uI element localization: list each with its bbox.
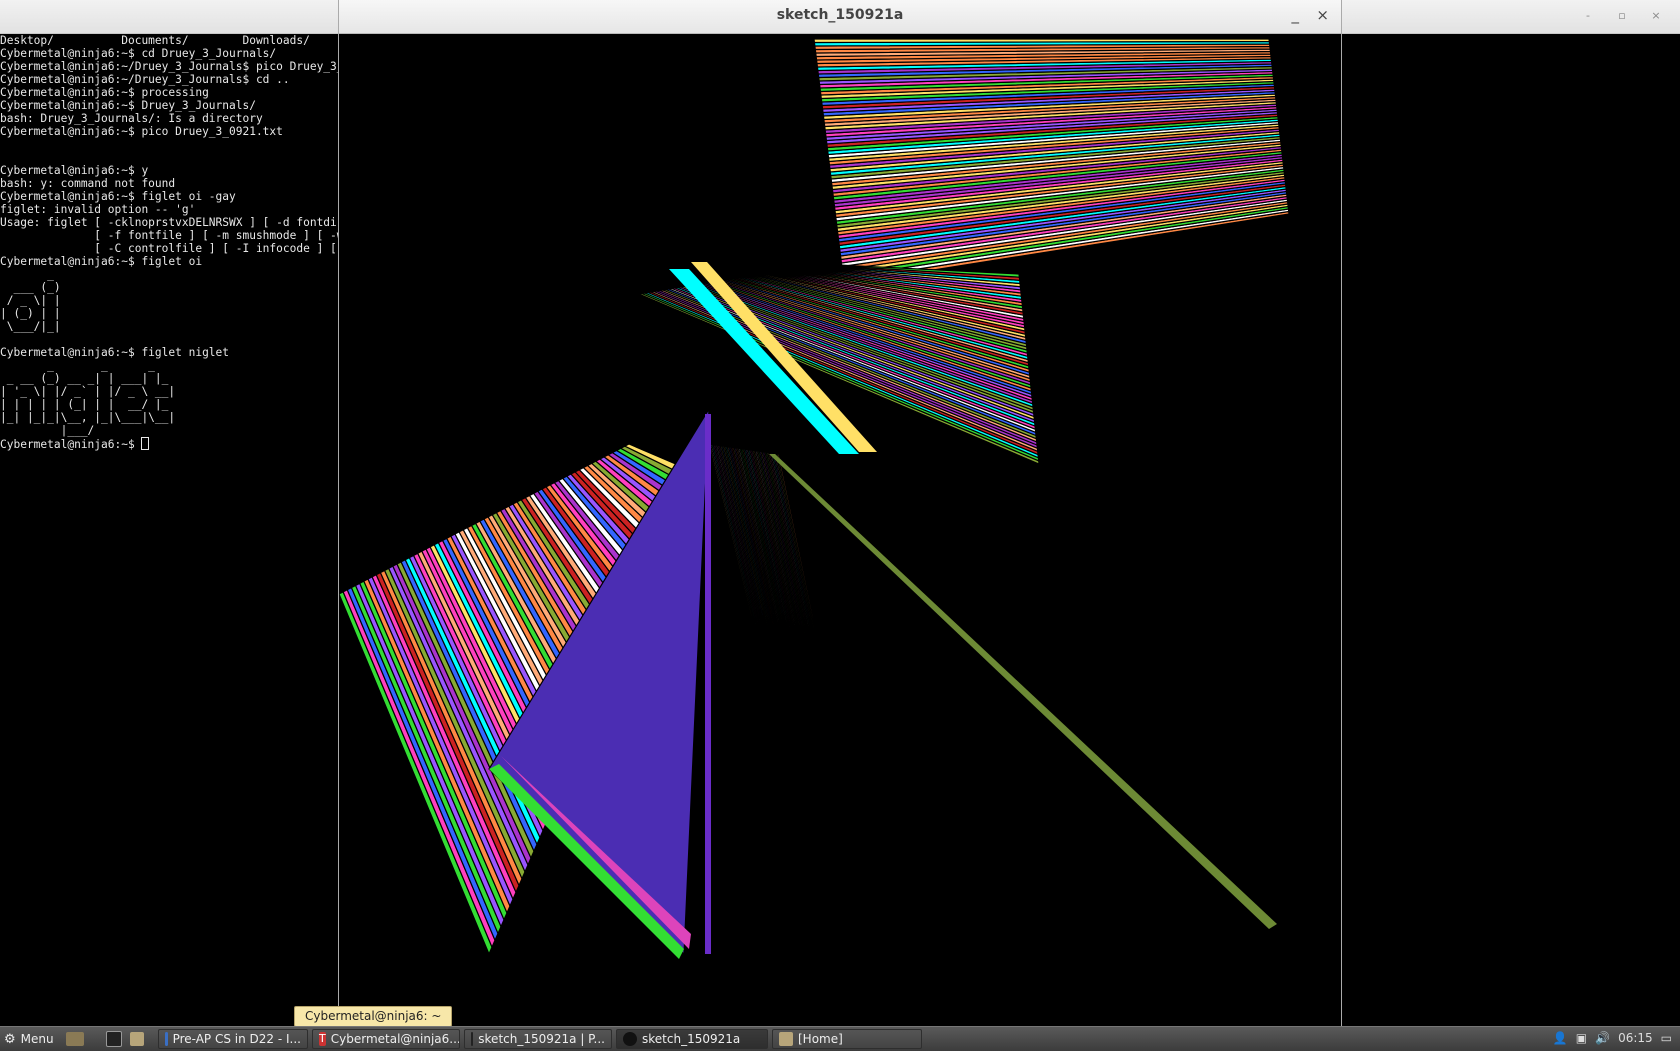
- terminal-line: Cybermetal@ninja6:~/Druey_3_Journals$ cd…: [0, 73, 290, 86]
- terminal-line: _ __ (_) __ _| | ___| |_: [0, 372, 176, 385]
- task-processing-ide[interactable]: sketch_150921a | P...: [464, 1029, 612, 1049]
- terminal-line: Cybermetal@ninja6:~$ cd Druey_3_Journals…: [0, 47, 277, 60]
- folder-icon: [130, 1032, 144, 1046]
- purple-spine: [705, 414, 711, 954]
- terminal-line: [ -f fontfile ] [ -m smushmode ] [ -w ou…: [94, 229, 338, 242]
- terminal-line: Cybermetal@ninja6:~$ pico Druey_3_0921.t…: [0, 125, 283, 138]
- folder-icon: [779, 1032, 793, 1046]
- clock[interactable]: 06:15: [1618, 1031, 1653, 1045]
- terminal-line: [ -C controlfile ] [ -I infocode ] [ mes…: [94, 242, 337, 255]
- sketch-canvas[interactable]: [339, 34, 1341, 1026]
- terminal-window-controls: - ▫ ×: [1582, 9, 1662, 22]
- terminal-lines: Desktop/ Documents/ Downloads/ DrCyberme…: [0, 34, 338, 451]
- terminal-line: | (_) | |: [0, 307, 61, 320]
- show-desktop-icon[interactable]: ▭: [1661, 1031, 1672, 1045]
- terminal-line: / _ \| |: [0, 294, 61, 307]
- terminal-line: Cybermetal@ninja6:~$ figlet oi -gay: [0, 190, 236, 203]
- terminal-launcher[interactable]: [106, 1029, 122, 1049]
- terminal-maximize-button[interactable]: ▫: [1616, 9, 1628, 22]
- menu-label: Menu: [20, 1032, 54, 1046]
- processing-icon: [471, 1032, 474, 1046]
- task-label: Cybermetal@ninja6...: [330, 1032, 460, 1046]
- terminal-line: Cybermetal@ninja6:~$ y: [0, 164, 149, 177]
- terminal-line: Desktop/ Documents/ Downloads/ Dr: [0, 34, 310, 47]
- task-label: [Home]: [798, 1032, 843, 1046]
- terminal-line: ___ (_): [0, 281, 61, 294]
- terminal-line: Cybermetal@ninja6:~$: [0, 437, 338, 451]
- terminal-line: bash: y: command not found: [0, 177, 176, 190]
- task-label: sketch_150921a | P...: [478, 1032, 605, 1046]
- play-icon: [623, 1032, 637, 1046]
- terminal-line: Cybermetal@ninja6:~$ figlet oi: [0, 255, 203, 268]
- task-terminal[interactable]: T Cybermetal@ninja6...: [312, 1029, 460, 1049]
- terminal-icon: [106, 1031, 122, 1047]
- sketch-window-title: sketch_150921a: [776, 7, 904, 23]
- terminal-t-icon: T: [319, 1032, 326, 1046]
- terminal-line: figlet: invalid option -- 'g': [0, 203, 196, 216]
- olive-line: [769, 454, 1277, 929]
- terminal-line: Cybermetal@ninja6:~/Druey_3_Journals$ pi…: [0, 60, 338, 73]
- sketch-window: sketch_150921a _ ×: [338, 0, 1342, 1026]
- sketch-title-bar[interactable]: sketch_150921a _ ×: [339, 0, 1341, 34]
- menu-button[interactable]: ⚙ Menu: [4, 1029, 54, 1049]
- terminal-line: _: [0, 268, 61, 281]
- network-icon[interactable]: ▣: [1576, 1031, 1587, 1045]
- browser-icon: [165, 1032, 168, 1046]
- terminal-line: Usage: figlet [ -cklnoprstvxDELNRSWX ] […: [0, 216, 338, 229]
- desktop-icon: [66, 1032, 84, 1046]
- task-home-folder[interactable]: [Home]: [772, 1029, 922, 1049]
- terminal-close-button[interactable]: ×: [1650, 9, 1662, 22]
- stripe-band-top: [813, 38, 1270, 44]
- terminal-line: |_| |_|_|\__, |_|\___|\__|: [0, 411, 176, 424]
- terminal-line: Cybermetal@ninja6:~$ Druey_3_Journals/: [0, 99, 256, 112]
- terminal-line: Cybermetal@ninja6:~$ processing: [0, 86, 209, 99]
- terminal-cursor: [141, 437, 150, 450]
- system-tray: 👤 ▣ 🔊 06:15 ▭: [1553, 1031, 1672, 1045]
- task-label: Pre-AP CS in D22 - I...: [172, 1032, 301, 1046]
- volume-icon[interactable]: 🔊: [1595, 1031, 1610, 1045]
- gear-icon: ⚙: [4, 1031, 16, 1047]
- terminal-line: _ _ _: [0, 359, 176, 372]
- terminal-line: |___/: [0, 424, 176, 437]
- user-icon[interactable]: 👤: [1553, 1031, 1568, 1045]
- task-sketch[interactable]: sketch_150921a: [616, 1029, 768, 1049]
- task-browser[interactable]: Pre-AP CS in D22 - I...: [158, 1029, 308, 1049]
- files-launcher[interactable]: [130, 1029, 144, 1049]
- terminal-output[interactable]: Desktop/ Documents/ Downloads/ DrCyberme…: [0, 34, 338, 1024]
- sketch-close-button[interactable]: ×: [1316, 6, 1329, 24]
- taskbar: ⚙ Menu Pre-AP CS in D22 - I... T Cyberme…: [0, 1026, 1680, 1051]
- sketch-minimize-button[interactable]: _: [1292, 6, 1300, 24]
- task-label: sketch_150921a: [642, 1032, 741, 1046]
- terminal-minimize-button[interactable]: -: [1582, 9, 1594, 22]
- show-desktop-launcher[interactable]: [66, 1029, 84, 1049]
- terminal-line: bash: Druey_3_Journals/: Is a directory: [0, 112, 263, 125]
- taskbar-tooltip: Cybermetal@ninja6: ~: [294, 1006, 453, 1027]
- terminal-line: | | | | | (_| | | __/ |_: [0, 398, 176, 411]
- terminal-line: | '_ \| |/ _` | |/ _ \ __|: [0, 385, 176, 398]
- terminal-line: \___/|_|: [0, 320, 61, 333]
- terminal-line: Cybermetal@ninja6:~$ figlet niglet: [0, 346, 230, 359]
